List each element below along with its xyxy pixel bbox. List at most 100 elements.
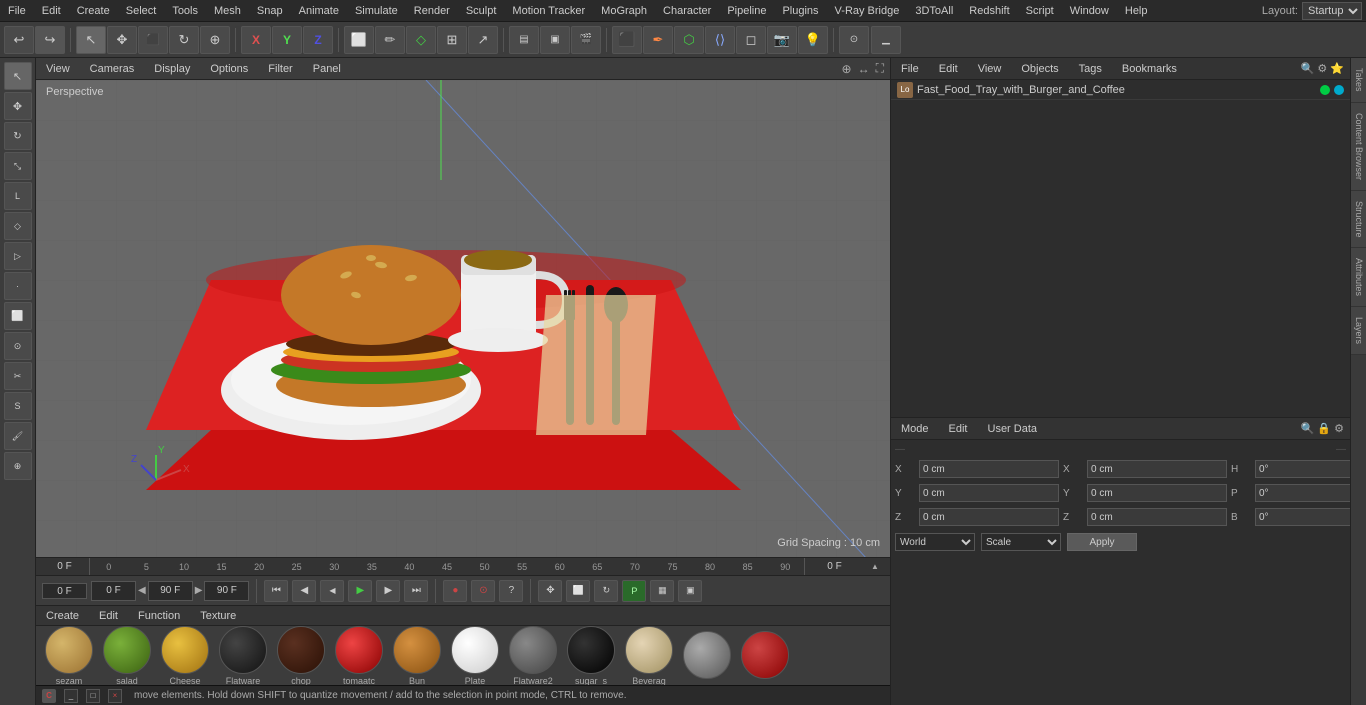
obj-view-menu[interactable]: View [974, 61, 1006, 77]
sb-magnet[interactable]: S [4, 392, 32, 420]
mat-plate[interactable]: Plate [448, 626, 502, 685]
select-tool[interactable]: ↖ [76, 26, 106, 54]
vp-icon3[interactable]: ⛶ [876, 61, 884, 76]
tab-structure[interactable]: Structure [1351, 191, 1366, 249]
obj-settings-icon[interactable]: ⚙ [1317, 62, 1327, 75]
attr-edit[interactable]: Edit [945, 421, 972, 437]
object-row-main[interactable]: Lo Fast_Food_Tray_with_Burger_and_Coffee [891, 80, 1350, 100]
menu-mograph[interactable]: MoGraph [593, 3, 655, 19]
menu-animate[interactable]: Animate [291, 3, 347, 19]
rotate-tool[interactable]: ↻ [169, 26, 199, 54]
viewport-3d[interactable]: Perspective [36, 80, 890, 557]
mat-flatware2[interactable]: Flatware2 [506, 626, 560, 685]
sb-move[interactable]: ✥ [4, 92, 32, 120]
goto-last-btn[interactable]: ⏭ [404, 580, 428, 602]
sb-loop[interactable]: ⊙ [4, 332, 32, 360]
menu-pipeline[interactable]: Pipeline [719, 3, 774, 19]
vp-options[interactable]: Options [206, 61, 252, 77]
obj-star-icon[interactable]: ⭐ [1330, 62, 1344, 75]
sb-wrap[interactable]: ⊕ [4, 452, 32, 480]
mat-texture[interactable]: Texture [196, 608, 240, 624]
mat-tomaatc[interactable]: tomaatc [332, 626, 386, 685]
mat-cheese[interactable]: Cheese [158, 626, 212, 685]
spline-btn[interactable]: ✒ [643, 26, 673, 54]
scale-tool[interactable]: ⬛ [138, 26, 168, 54]
auto-key-btn[interactable]: ⊙ [471, 580, 495, 602]
sb-knife[interactable]: ✂ [4, 362, 32, 390]
sb-select[interactable]: ↖ [4, 62, 32, 90]
sb-live[interactable]: L [4, 182, 32, 210]
sb-edge[interactable]: ▷ [4, 242, 32, 270]
mat-sugars[interactable]: sugar_s [564, 626, 618, 685]
x-axis[interactable]: X [241, 26, 271, 54]
key-grid-btn[interactable]: ▦ [650, 580, 674, 602]
key-end-btn[interactable]: ▣ [678, 580, 702, 602]
attr-lock-icon[interactable]: 🔒 [1317, 422, 1331, 435]
attr-sz-input[interactable] [1087, 508, 1227, 526]
sb-brush[interactable]: 🖌 [4, 422, 32, 450]
menu-plugins[interactable]: Plugins [774, 3, 826, 19]
deform-btn[interactable]: ⟨⟩ [705, 26, 735, 54]
sb-poly[interactable]: ◇ [4, 212, 32, 240]
goto-first-btn[interactable]: ⏮ [264, 580, 288, 602]
null-btn[interactable]: ⊙ [839, 26, 869, 54]
tab-content-browser[interactable]: Content Browser [1351, 103, 1366, 191]
menu-vray[interactable]: V-Ray Bridge [827, 3, 908, 19]
frame-arrow-left[interactable]: ◀ [138, 585, 146, 596]
scale-dropdown[interactable]: Scale [981, 533, 1061, 551]
prev-frame-btn[interactable]: ◀ [292, 580, 316, 602]
sb-rotate[interactable]: ↻ [4, 122, 32, 150]
attr-search-icon[interactable]: 🔍 [1301, 422, 1315, 435]
status-min-icon[interactable]: _ [64, 689, 78, 703]
light-btn[interactable]: 💡 [798, 26, 828, 54]
menu-motion-tracker[interactable]: Motion Tracker [504, 3, 593, 19]
obj-bookmarks[interactable]: Bookmarks [1118, 61, 1181, 77]
box-tool[interactable]: ⬜ [344, 26, 374, 54]
sb-box[interactable]: ⬜ [4, 302, 32, 330]
menu-window[interactable]: Window [1062, 3, 1117, 19]
menu-file[interactable]: File [0, 3, 34, 19]
menu-character[interactable]: Character [655, 3, 719, 19]
status-max-icon[interactable]: □ [86, 689, 100, 703]
vp-cameras[interactable]: Cameras [86, 61, 139, 77]
attr-settings-icon[interactable]: ⚙ [1334, 422, 1344, 435]
attr-z-input[interactable] [919, 508, 1059, 526]
world-dropdown[interactable]: World [895, 533, 975, 551]
layout-dropdown[interactable]: Startup [1302, 2, 1362, 20]
key-move-btn[interactable]: ✥ [538, 580, 562, 602]
obj-objects[interactable]: Objects [1017, 61, 1062, 77]
render-region[interactable]: ▤ [509, 26, 539, 54]
vp-view[interactable]: View [42, 61, 74, 77]
mat-function[interactable]: Function [134, 608, 184, 624]
prev-play-btn[interactable]: ◀ [320, 580, 344, 602]
floor-btn[interactable]: ▁ [871, 26, 901, 54]
sb-scale[interactable]: ⤡ [4, 152, 32, 180]
frame-arrow-right[interactable]: ▶ [195, 585, 203, 596]
attr-mode[interactable]: Mode [897, 421, 933, 437]
mat-sezam[interactable]: sezam [42, 626, 96, 685]
key-rot-btn[interactable]: ↻ [594, 580, 618, 602]
key-p-btn[interactable]: P [622, 580, 646, 602]
menu-tools[interactable]: Tools [164, 3, 206, 19]
mat-create[interactable]: Create [42, 608, 83, 624]
transform-tool[interactable]: ⊕ [200, 26, 230, 54]
render-picture[interactable]: 🎬 [571, 26, 601, 54]
arrow-tool[interactable]: ↗ [468, 26, 498, 54]
obj-vis-dot2[interactable] [1334, 85, 1344, 95]
menu-mesh[interactable]: Mesh [206, 3, 249, 19]
obj-search-icon[interactable]: 🔍 [1301, 62, 1315, 75]
tab-attributes[interactable]: Attributes [1351, 248, 1366, 307]
mat-edit[interactable]: Edit [95, 608, 122, 624]
cam-btn[interactable]: 📷 [767, 26, 797, 54]
pen-tool[interactable]: ✏ [375, 26, 405, 54]
mat-extra1[interactable] [680, 631, 734, 681]
menu-render[interactable]: Render [406, 3, 458, 19]
obj-edit[interactable]: Edit [935, 61, 962, 77]
tab-layers[interactable]: Layers [1351, 307, 1366, 355]
sb-point[interactable]: · [4, 272, 32, 300]
menu-script[interactable]: Script [1018, 3, 1062, 19]
add-tool[interactable]: ⊞ [437, 26, 467, 54]
record-btn[interactable]: ● [443, 580, 467, 602]
menu-3dtoall[interactable]: 3DToAll [907, 3, 961, 19]
menu-snap[interactable]: Snap [249, 3, 291, 19]
